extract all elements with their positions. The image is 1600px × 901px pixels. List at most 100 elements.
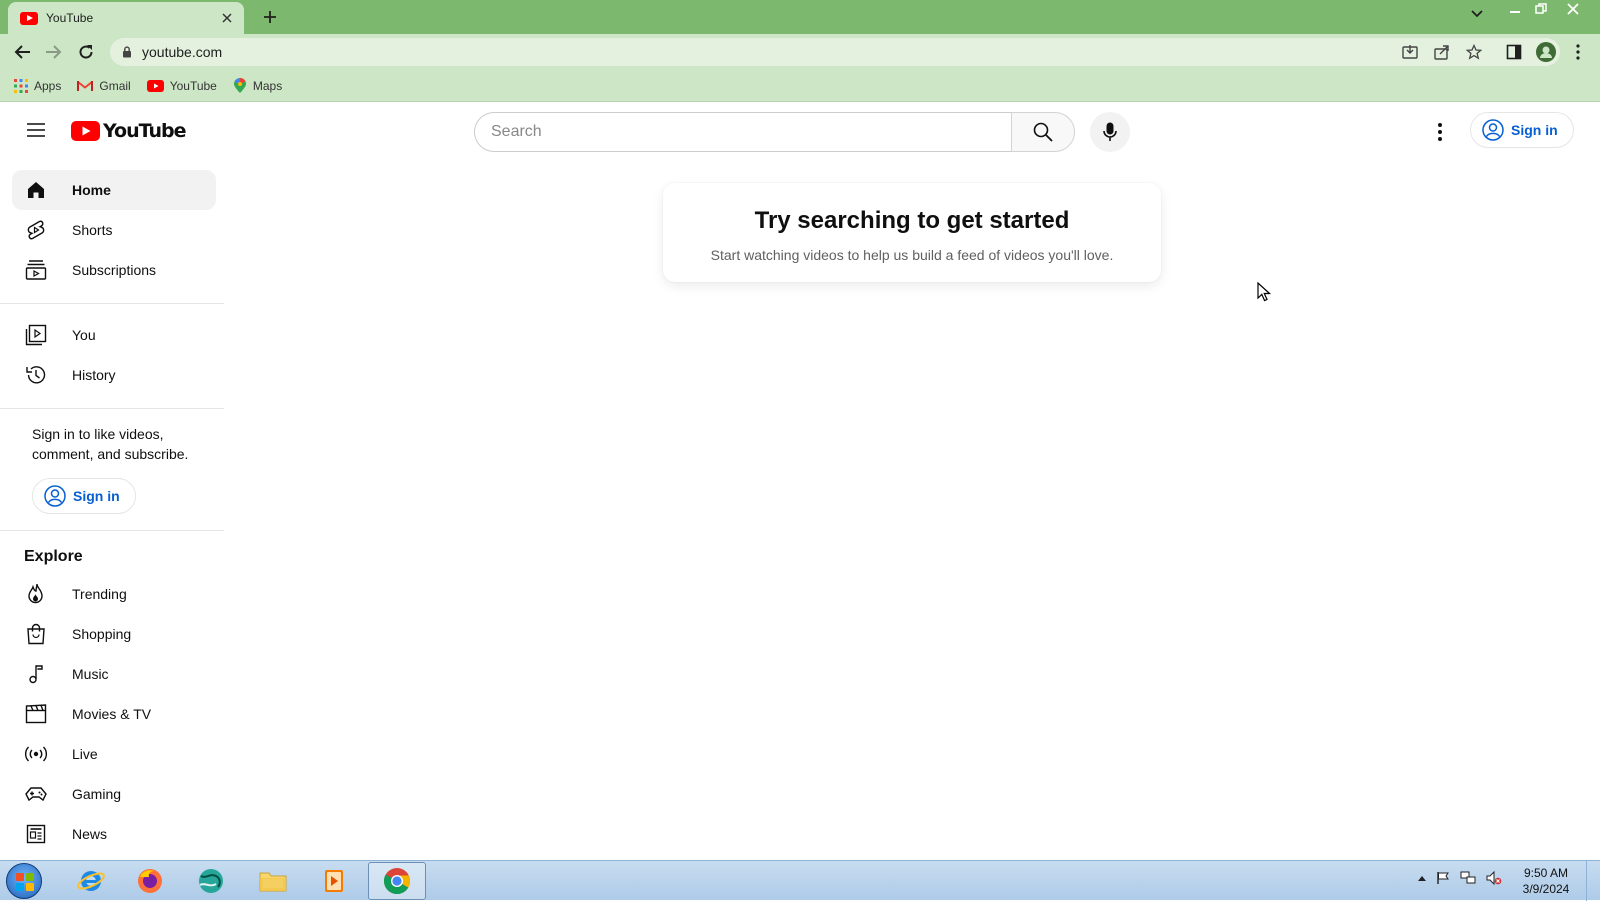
youtube-header: YouTube Sign in xyxy=(0,102,1600,158)
bookmarks-bar: Apps Gmail YouTube Maps xyxy=(0,70,1600,102)
chrome-icon[interactable] xyxy=(368,862,426,900)
sidebar-item-label: Subscriptions xyxy=(72,262,157,278)
gmail-icon xyxy=(77,80,94,92)
maps-icon xyxy=(233,77,247,94)
bookmark-label: Maps xyxy=(252,78,283,93)
empty-feed-prompt-card: Try searching to get started Start watch… xyxy=(663,183,1161,282)
lock-icon xyxy=(122,46,132,58)
browser-toolbar: youtube.com xyxy=(0,34,1600,70)
address-bar[interactable]: youtube.com xyxy=(110,38,1560,66)
sidebar-item-movies-tv[interactable]: Movies & TV xyxy=(12,694,216,734)
home-icon xyxy=(24,178,48,202)
sidebar-item-label: Live xyxy=(72,746,98,762)
prompt-subtitle: Start watching videos to help us build a… xyxy=(710,247,1114,263)
sign-in-button[interactable]: Sign in xyxy=(1470,112,1574,148)
tab-close-icon[interactable] xyxy=(218,9,236,27)
install-app-icon[interactable] xyxy=(1400,42,1420,62)
media-player-icon[interactable] xyxy=(305,862,363,900)
back-arrow-icon[interactable] xyxy=(11,41,33,63)
sidebar-item-label: You xyxy=(72,327,96,343)
sidebar-item-live[interactable]: Live xyxy=(12,734,216,774)
sidebar-item-trending[interactable]: Trending xyxy=(12,574,216,614)
side-panel-icon[interactable] xyxy=(1504,42,1524,62)
search-box xyxy=(474,112,1075,152)
tray-expand-arrow-icon[interactable] xyxy=(1418,875,1426,881)
sign-in-prompt-text: Sign in to like videos, comment, and sub… xyxy=(32,426,189,462)
sidebar-item-label: History xyxy=(72,367,116,383)
bookmark-star-icon[interactable] xyxy=(1464,42,1484,62)
bookmark-youtube[interactable]: YouTube xyxy=(146,79,217,93)
logo-text: YouTube xyxy=(103,120,186,142)
network-icon[interactable] xyxy=(1460,871,1476,885)
action-center-flag-icon[interactable] xyxy=(1436,871,1450,885)
volume-muted-icon[interactable] xyxy=(1486,871,1502,885)
file-explorer-icon[interactable] xyxy=(244,862,302,900)
shorts-icon xyxy=(24,218,48,242)
bookmark-maps[interactable]: Maps xyxy=(233,77,283,94)
shopping-bag-icon xyxy=(24,622,48,646)
sidebar-sign-in-button[interactable]: Sign in xyxy=(32,478,136,514)
minimize-window-icon[interactable] xyxy=(1502,0,1528,18)
sidebar-item-shopping[interactable]: Shopping xyxy=(12,614,216,654)
sidebar-item-you[interactable]: You xyxy=(12,315,216,355)
system-tray xyxy=(1418,871,1502,885)
explore-heading: Explore xyxy=(24,548,83,565)
internet-explorer-icon[interactable] xyxy=(62,862,120,900)
apps-grid-icon xyxy=(14,78,28,93)
sidebar-item-news[interactable]: News xyxy=(12,814,216,854)
mouse-cursor-icon xyxy=(1257,282,1271,302)
show-desktop-button[interactable] xyxy=(1586,861,1600,901)
account-circle-icon xyxy=(1482,119,1504,141)
bookmark-label: Apps xyxy=(34,78,62,93)
taskbar-clock[interactable]: 9:50 AM 3/9/2024 xyxy=(1510,865,1582,897)
sidebar-item-label: Trending xyxy=(72,586,127,602)
youtube-logo[interactable]: YouTube xyxy=(71,120,186,142)
account-circle-icon xyxy=(44,485,66,507)
sidebar-item-history[interactable]: History xyxy=(12,355,216,395)
search-icon xyxy=(1033,122,1053,142)
search-input[interactable] xyxy=(474,112,1011,152)
share-icon[interactable] xyxy=(1432,42,1452,62)
clock-date: 3/9/2024 xyxy=(1522,882,1570,896)
restore-window-icon[interactable] xyxy=(1528,0,1554,18)
clapperboard-icon xyxy=(24,702,48,726)
browser-tab-youtube[interactable]: YouTube xyxy=(8,2,244,34)
live-broadcast-icon xyxy=(24,742,48,766)
app-globe-icon[interactable] xyxy=(182,862,240,900)
sidebar-item-label: Gaming xyxy=(72,786,122,802)
windows-taskbar: 9:50 AM 3/9/2024 xyxy=(0,860,1600,901)
youtube-icon xyxy=(146,79,164,92)
settings-kebab-icon[interactable] xyxy=(1422,114,1458,150)
tab-search-chevron-icon[interactable] xyxy=(1470,9,1484,19)
sidebar-item-shorts[interactable]: Shorts xyxy=(12,210,216,250)
browser-menu-kebab-icon[interactable] xyxy=(1568,42,1588,62)
sidebar-item-label: Home xyxy=(72,182,111,198)
bookmark-gmail[interactable]: Gmail xyxy=(77,79,131,93)
profile-avatar-icon[interactable] xyxy=(1536,42,1556,62)
new-tab-button[interactable] xyxy=(260,7,280,27)
windows-logo-icon xyxy=(16,873,34,891)
guide-sidebar: Home Shorts Subscriptions You History Si… xyxy=(0,158,226,860)
sidebar-item-music[interactable]: Music xyxy=(12,654,216,694)
search-button[interactable] xyxy=(1011,112,1075,152)
news-icon xyxy=(24,822,48,846)
start-button[interactable] xyxy=(6,863,42,899)
hamburger-menu-icon[interactable] xyxy=(16,110,56,150)
sidebar-item-label: Shopping xyxy=(72,626,132,642)
sidebar-item-gaming[interactable]: Gaming xyxy=(12,774,216,814)
voice-search-button[interactable] xyxy=(1090,112,1130,152)
close-window-icon[interactable] xyxy=(1560,0,1586,18)
sidebar-item-home[interactable]: Home xyxy=(12,170,216,210)
browser-tab-strip: YouTube xyxy=(0,0,1600,34)
bookmark-apps[interactable]: Apps xyxy=(14,78,62,93)
forward-arrow-icon[interactable] xyxy=(43,41,65,63)
history-icon xyxy=(24,363,48,387)
reload-icon[interactable] xyxy=(75,41,97,63)
gamepad-icon xyxy=(24,782,48,806)
firefox-icon[interactable] xyxy=(121,862,179,900)
sidebar-item-subscriptions[interactable]: Subscriptions xyxy=(12,250,216,290)
address-url: youtube.com xyxy=(142,44,223,60)
prompt-title: Try searching to get started xyxy=(754,207,1070,234)
you-library-icon xyxy=(24,323,48,347)
music-note-icon xyxy=(24,662,48,686)
